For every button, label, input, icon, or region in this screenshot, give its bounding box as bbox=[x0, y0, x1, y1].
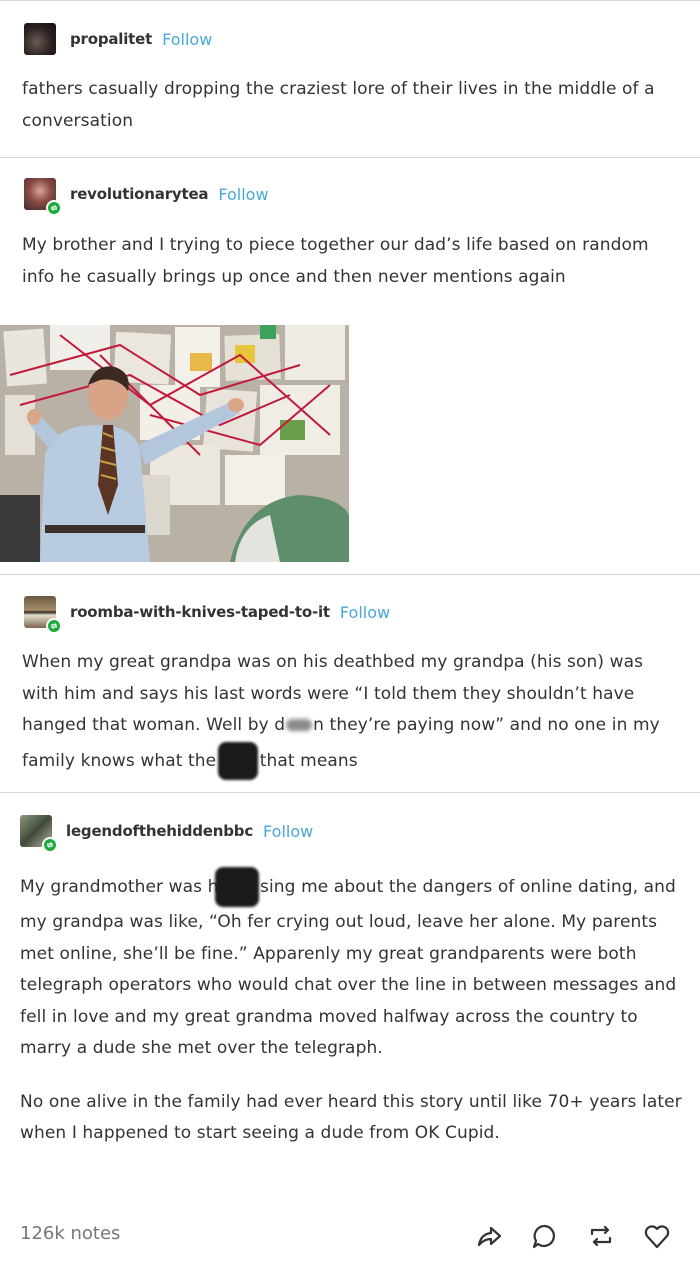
follow-button[interactable]: Follow bbox=[263, 822, 313, 841]
post-footer: 126k notes bbox=[0, 1213, 700, 1259]
reblog-badge-icon bbox=[46, 618, 62, 634]
conspiracy-board-photo[interactable] bbox=[0, 325, 349, 562]
avatar[interactable] bbox=[20, 815, 58, 853]
notes-count[interactable]: 126k notes bbox=[20, 1223, 120, 1244]
reblog-icon[interactable] bbox=[584, 1219, 618, 1253]
post-propalitet: propalitet Follow fathers casually dropp… bbox=[0, 0, 700, 158]
photo-illustration bbox=[0, 325, 349, 562]
tumblr-thread: propalitet Follow fathers casually dropp… bbox=[0, 0, 700, 1269]
post-text: fathers casually dropping the craziest l… bbox=[22, 79, 655, 131]
follow-button[interactable]: Follow bbox=[340, 603, 390, 622]
share-icon[interactable] bbox=[472, 1219, 506, 1253]
reblog-badge-icon bbox=[42, 837, 58, 853]
username[interactable]: revolutionarytea bbox=[70, 185, 209, 203]
post-revolutionarytea: revolutionarytea Follow My brother and I… bbox=[0, 157, 700, 575]
username[interactable]: roomba-with-knives-taped-to-it bbox=[70, 603, 330, 621]
username[interactable]: propalitet bbox=[70, 30, 152, 48]
reply-icon[interactable] bbox=[528, 1219, 562, 1253]
avatar[interactable] bbox=[24, 178, 62, 216]
censor-mark bbox=[215, 867, 260, 907]
follow-button[interactable]: Follow bbox=[162, 30, 212, 49]
censor-mark bbox=[286, 719, 313, 731]
avatar[interactable] bbox=[24, 23, 56, 55]
post-actions bbox=[472, 1219, 674, 1253]
post-text-paragraph: No one alive in the family had ever hear… bbox=[20, 1091, 682, 1144]
like-icon[interactable] bbox=[640, 1219, 674, 1253]
follow-button[interactable]: Follow bbox=[218, 185, 268, 204]
reblog-badge-icon bbox=[46, 200, 62, 216]
post-text-part: My grandmother was ha bbox=[20, 877, 230, 897]
avatar[interactable] bbox=[24, 596, 62, 634]
post-roomba-with-knives-taped-to-it: roomba-with-knives-taped-to-it Follow Wh… bbox=[0, 574, 700, 793]
post-text: My brother and I trying to piece togethe… bbox=[22, 235, 649, 287]
post-text: My grandmother was ha sing me about the d… bbox=[20, 867, 685, 1150]
post-text: When my great grandpa was on his deathbe… bbox=[22, 647, 682, 780]
post-text-part: that means bbox=[259, 750, 358, 771]
censor-mark bbox=[217, 741, 258, 780]
username[interactable]: legendofthehiddenbbc bbox=[66, 822, 253, 840]
post-legendofthehiddenbbc: legendofthehiddenbbc Follow My grandmoth… bbox=[0, 792, 700, 1212]
post-text-part: sing me about the dangers of online dati… bbox=[20, 877, 677, 1058]
